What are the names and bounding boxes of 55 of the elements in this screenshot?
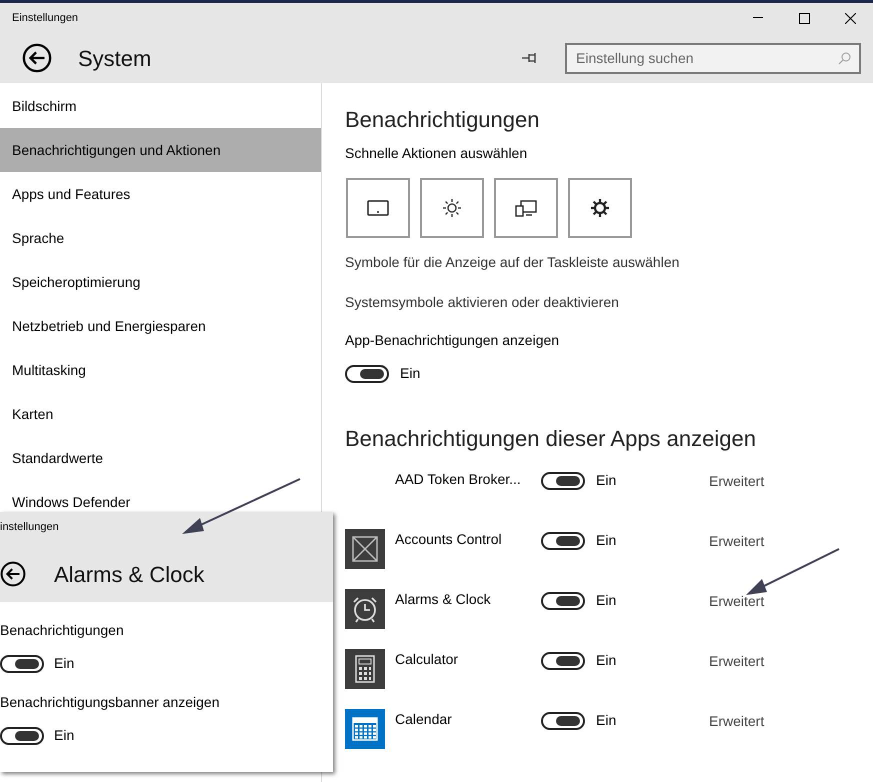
alarm-clock-icon xyxy=(351,595,379,623)
settings-link[interactable]: Systemsymbole aktivieren oder deaktivieren xyxy=(345,292,873,318)
close-icon xyxy=(844,12,856,24)
sidebar-item[interactable]: Benachrichtigungen und Aktionen xyxy=(0,128,321,172)
toggle-switch[interactable] xyxy=(345,364,389,382)
app-name: Calendar xyxy=(395,710,453,729)
toggle-switch[interactable] xyxy=(541,532,585,550)
toggle-state: Ein xyxy=(596,531,616,550)
app-name: Accounts Control xyxy=(395,530,503,549)
calculator-icon xyxy=(355,655,375,683)
setting-label: Benachrichtigungen xyxy=(0,621,125,640)
maximize-icon xyxy=(798,12,810,24)
toggle-switch[interactable] xyxy=(541,712,585,730)
toggle-state: Ein xyxy=(54,654,74,673)
setting-label: App-Benachrichtigungen anzeigen xyxy=(345,331,560,350)
toggle-state: Ein xyxy=(596,711,616,730)
quick-action-tile[interactable] xyxy=(346,178,410,238)
toggle-switch[interactable] xyxy=(541,592,585,610)
page-title: Alarms & Clock xyxy=(54,560,204,588)
advanced-link[interactable]: Erweitert xyxy=(709,649,764,672)
sun-icon xyxy=(442,198,462,218)
quick-action-tile[interactable] xyxy=(494,178,558,238)
minimize-icon xyxy=(753,17,763,19)
toggle-switch[interactable] xyxy=(541,472,585,490)
quick-action-tile[interactable] xyxy=(568,178,632,238)
toggle-state: Ein xyxy=(596,591,616,610)
toggle-switch[interactable] xyxy=(0,654,44,672)
window-title: Einstellungen xyxy=(12,10,80,26)
settings-link[interactable]: Symbole für die Anzeige auf der Taskleiste auswählen xyxy=(345,252,873,278)
toggle-state: Ein xyxy=(54,726,74,745)
toggle-switch[interactable] xyxy=(0,726,44,744)
toggle-state: Ein xyxy=(596,471,616,490)
search-field[interactable]: Einstellung suchen xyxy=(565,42,861,74)
tablet-icon xyxy=(367,200,389,216)
quick-action-tile[interactable] xyxy=(420,178,484,238)
advanced-link[interactable]: Erweitert xyxy=(709,529,764,552)
app-name: AAD Token Broker... xyxy=(395,470,522,489)
toggle-state: Ein xyxy=(400,364,420,383)
calendar-icon xyxy=(352,717,378,741)
settings-icon xyxy=(590,198,610,218)
section-heading: Benachrichtigungen dieser Apps anzeigen xyxy=(345,425,757,453)
section-label: Schnelle Aktionen auswählen xyxy=(345,144,528,163)
section-heading: Benachrichtigungen xyxy=(345,106,540,134)
advanced-link[interactable]: Erweitert xyxy=(709,709,764,732)
setting-label: Benachrichtigungsbanner anzeigen xyxy=(0,693,220,712)
crossed-box-icon xyxy=(352,536,378,562)
advanced-link[interactable]: Erweitert xyxy=(709,589,764,612)
toggle-switch[interactable] xyxy=(541,652,585,670)
advanced-link[interactable]: Erweitert xyxy=(709,469,764,492)
app-name: Calculator xyxy=(395,650,460,669)
toggle-state: Ein xyxy=(596,651,616,670)
search-icon xyxy=(838,52,851,64)
devices-icon xyxy=(515,199,537,217)
app-name: Alarms & Clock xyxy=(395,590,492,609)
page-title: System xyxy=(78,44,152,73)
